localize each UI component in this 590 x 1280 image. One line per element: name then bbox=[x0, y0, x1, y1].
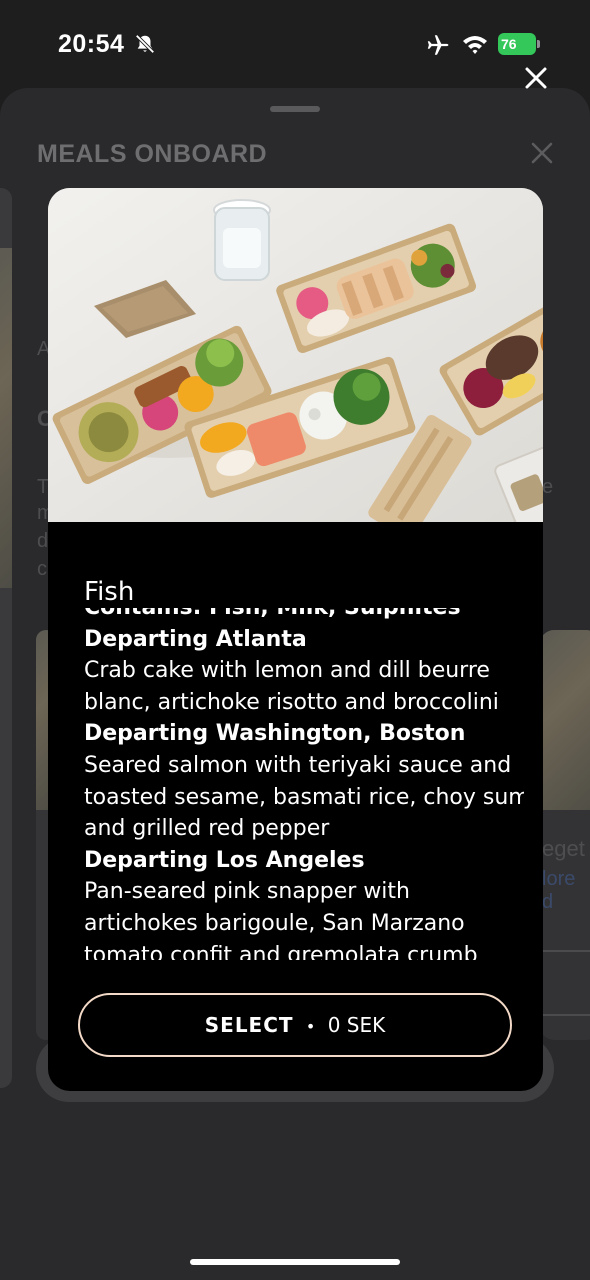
bg-divider bbox=[543, 1014, 590, 1016]
home-indicator[interactable] bbox=[190, 1259, 400, 1265]
select-button-label: SELECT bbox=[204, 1013, 294, 1037]
meal-photo-illustration bbox=[48, 188, 543, 522]
description-text: Pan-seared pink snapper with bbox=[84, 879, 410, 905]
bg-divider bbox=[543, 950, 590, 952]
wifi-icon bbox=[463, 36, 487, 54]
description-text: Crab cake with lemon and dill beurre bbox=[84, 658, 490, 684]
bg-fragment-lore[interactable]: lore d bbox=[542, 868, 590, 914]
description-text: artichokes barigoule, San Marzano bbox=[84, 910, 465, 936]
select-meal-button[interactable]: SELECT • 0 SEK bbox=[78, 993, 512, 1057]
bg-fragment-e: e bbox=[542, 476, 554, 498]
select-button-price: 0 SEK bbox=[327, 1013, 386, 1037]
battery-level: 76 bbox=[498, 33, 536, 55]
bg-fragment-d: d bbox=[37, 530, 49, 552]
peek-card-left-photo bbox=[0, 248, 12, 588]
description-text: Seared salmon with teriyaki sauce and bbox=[84, 752, 512, 778]
description-heading: Contains: Fish, Milk, Sulphites bbox=[84, 608, 524, 624]
battery-tip bbox=[537, 40, 540, 48]
status-bar: 20:54 76 bbox=[0, 0, 590, 90]
meal-detail-card: Fish Contains: Fish, Milk, Sulphites Depa… bbox=[48, 188, 543, 1091]
airplane-icon bbox=[427, 35, 449, 55]
select-button-separator: • bbox=[305, 1017, 316, 1036]
screen: MEALS ONBOARD A C T m d c e eget lore d … bbox=[0, 0, 590, 1280]
meal-description-content: Contains: Fish, Milk, Sulphites Departing… bbox=[84, 608, 524, 960]
description-text: and grilled red pepper bbox=[84, 816, 330, 842]
peek-card-left[interactable] bbox=[0, 188, 12, 1088]
peek-card-right-photo bbox=[540, 630, 590, 810]
description-text: toasted sesame, basmati rice, choy sum bbox=[84, 784, 524, 810]
meal-description[interactable]: Contains: Fish, Milk, Sulphites Departing… bbox=[84, 608, 524, 960]
description-heading: Departing Atlanta bbox=[84, 626, 307, 652]
description-text: blanc, artichoke risotto and broccolini bbox=[84, 689, 499, 715]
status-time: 20:54 bbox=[58, 30, 125, 58]
close-icon[interactable] bbox=[522, 64, 550, 92]
description-heading: Departing Washington, Boston bbox=[84, 721, 466, 747]
sheet-title: MEALS ONBOARD bbox=[37, 140, 268, 168]
bell-slash-icon bbox=[135, 34, 155, 54]
description-heading: Departing Los Angeles bbox=[84, 847, 365, 873]
meal-title: Fish bbox=[84, 577, 135, 607]
bg-fragment-c2: c bbox=[37, 558, 47, 580]
description-text: tomato confit and gremolata crumb bbox=[84, 942, 478, 960]
battery-indicator: 76 bbox=[498, 33, 540, 55]
peek-card-right[interactable] bbox=[540, 630, 590, 1040]
meal-photo bbox=[48, 188, 543, 522]
sheet-grabber[interactable] bbox=[270, 106, 320, 112]
sheet-close-icon[interactable] bbox=[530, 141, 554, 165]
bg-fragment-eget: eget bbox=[542, 836, 585, 861]
